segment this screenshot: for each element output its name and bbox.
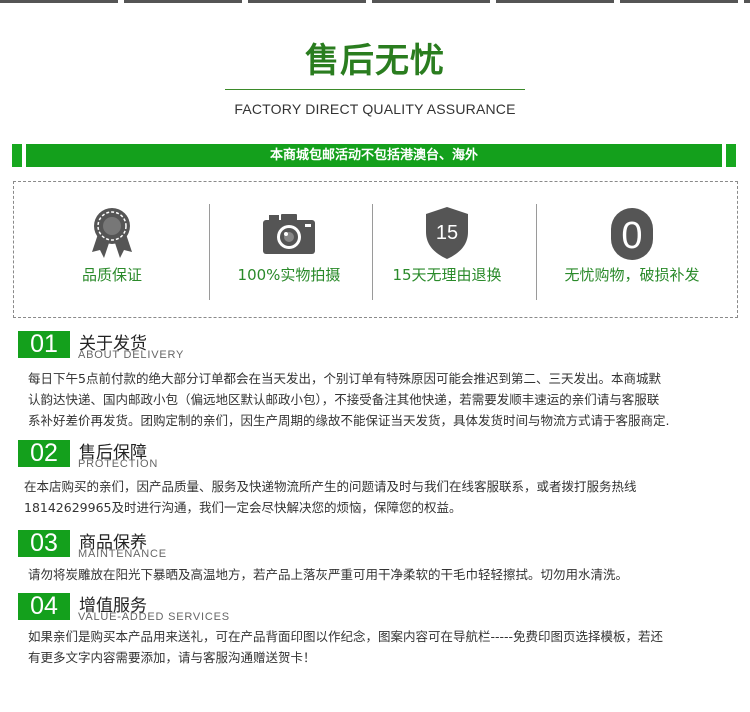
section-number: 03 bbox=[18, 530, 70, 557]
section-text-line: 在本店购买的亲们，因产品质量、服务及快递物流所产生的问题请及时与我们在线客服联系… bbox=[24, 479, 637, 494]
section-text-line: 如果亲们是购买本产品用来送礼，可在产品背面印图以作纪念，图案内容可在导航栏---… bbox=[28, 629, 664, 644]
feature-label: 15天无理由退换 bbox=[392, 266, 502, 284]
feature-worry-free: 0 无忧购物，破损补发 bbox=[542, 182, 722, 319]
zero-badge-text: 0 bbox=[621, 215, 642, 257]
section-number: 04 bbox=[18, 593, 70, 620]
section-text-line: 每日下午5点前付款的绝大部分订单都会在当天发出，个别订单有特殊原因可能会推迟到第… bbox=[28, 371, 661, 386]
camera-icon bbox=[199, 206, 379, 258]
banner-left-tab bbox=[12, 144, 22, 167]
feature-label: 品质保证 bbox=[81, 266, 142, 284]
feature-real-photos: 100%实物拍摄 bbox=[199, 182, 379, 319]
section-text-line: 认韵达快递、国内邮政小包（偏远地区默认邮政小包），不接受备注其他快递，若需要发顺… bbox=[28, 392, 660, 407]
section-subtitle: PROTECTION bbox=[78, 458, 159, 470]
section-text-line: 系补好差价再发货。团购定制的亲们，因生产周期的缘故不能保证当天发货，具体发货时间… bbox=[28, 413, 670, 428]
award-medal-icon bbox=[22, 206, 202, 258]
section-text-line: 请勿将炭雕放在阳光下暴晒及高温地方，若产品上落灰严重可用干净柔软的干毛巾轻轻擦拭… bbox=[28, 567, 629, 582]
zero-circle-icon: 0 bbox=[542, 206, 722, 260]
features-box: 品质保证 100%实物拍摄 15 15天无理由退换 0 无忧购物，破损补发 bbox=[13, 181, 738, 318]
shield-15-icon: 15 bbox=[357, 206, 537, 259]
page-subtitle: FACTORY DIRECT QUALITY ASSURANCE bbox=[234, 101, 516, 117]
section-subtitle: VALUE-ADDED SERVICES bbox=[78, 611, 230, 623]
feature-divider bbox=[536, 204, 537, 300]
feature-label: 100%实物拍摄 bbox=[237, 266, 341, 284]
page-title: 售后无忧 bbox=[305, 41, 445, 81]
banner-right-tab bbox=[726, 144, 736, 167]
title-underline bbox=[225, 89, 525, 90]
section-number: 02 bbox=[18, 440, 70, 467]
section-subtitle: MAINTENANCE bbox=[78, 548, 167, 560]
feature-quality: 品质保证 bbox=[22, 182, 202, 319]
shield-badge-text: 15 bbox=[436, 222, 458, 244]
section-text-line: 有更多文字内容需要添加，请与客服沟通赠送贺卡！ bbox=[28, 650, 316, 665]
shipping-notice-banner: 本商城包邮活动不包括港澳台、海外 bbox=[26, 144, 722, 167]
section-subtitle: ABOUT DELIVERY bbox=[78, 349, 185, 361]
feature-label: 无忧购物，破损补发 bbox=[564, 266, 700, 284]
section-number: 01 bbox=[18, 331, 70, 358]
section-text-line: 18142629965及时进行沟通，我们一定会尽快解决您的烦恼，保障您的权益。 bbox=[24, 500, 462, 515]
feature-15-day-return: 15 15天无理由退换 bbox=[357, 182, 537, 319]
top-divider bbox=[0, 0, 750, 3]
